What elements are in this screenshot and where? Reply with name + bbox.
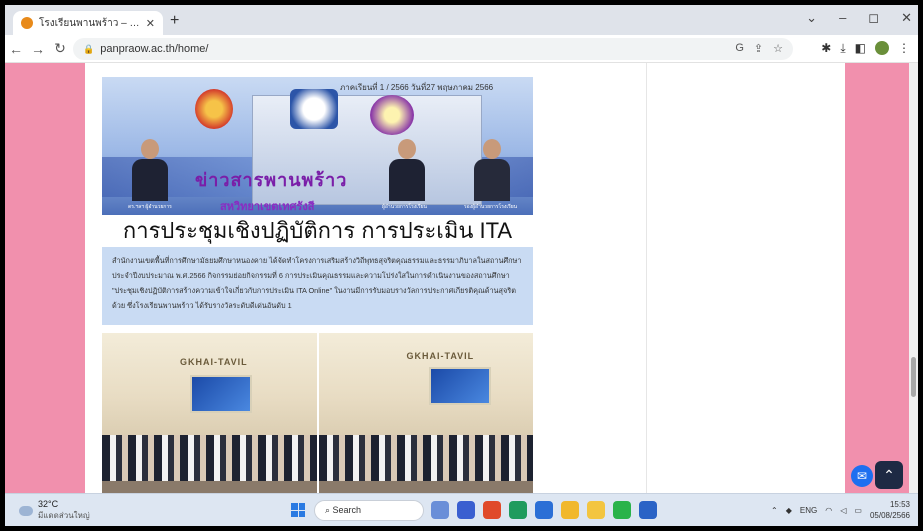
projector-screen: [190, 375, 252, 413]
lock-icon[interactable]: 🔒: [83, 44, 94, 55]
close-tab-icon[interactable]: ✕: [146, 17, 155, 30]
weather-condition: มีแดดส่วนใหญ่: [38, 511, 90, 520]
projector-screen: [428, 367, 491, 405]
weather-widget[interactable]: 32°C มีแดดส่วนใหญ่: [19, 499, 90, 522]
group-of-people: [318, 435, 533, 481]
system-tray: ⌃ ◆ ENG ◠ ◁ ▭ 15:53 05/08/2566: [771, 499, 910, 521]
battery-icon[interactable]: ▭: [854, 506, 862, 515]
pinned-apps: [431, 501, 657, 519]
side-panel-icon[interactable]: ◧: [855, 41, 866, 56]
app-tray-icon[interactable]: ◆: [786, 506, 792, 515]
hotel-sign: GKHAI-TAVIL: [180, 357, 248, 367]
browser-tab[interactable]: โรงเรียนพานพร้าว – ออกานั่ งนอนลี ... ✕: [13, 11, 163, 35]
reload-icon[interactable]: ↻: [49, 40, 71, 57]
temperature: 32°C: [38, 499, 59, 509]
wifi-icon[interactable]: ◠: [825, 506, 832, 515]
messenger-chat-icon[interactable]: ✉: [851, 465, 873, 487]
line-icon[interactable]: [613, 501, 631, 519]
close-window-icon[interactable]: ✕: [901, 10, 912, 26]
google-icon[interactable]: G: [735, 42, 744, 55]
language-indicator[interactable]: ENG: [800, 506, 817, 515]
clock-date: 05/08/2566: [869, 511, 910, 520]
back-arrow-icon[interactable]: ←: [5, 41, 27, 57]
file-explorer-icon[interactable]: [587, 501, 605, 519]
mail-icon[interactable]: [535, 501, 553, 519]
tab-strip: โรงเรียนพานพร้าว – ออกานั่ งนอนลี ... ✕ …: [5, 5, 918, 35]
edge-icon[interactable]: [509, 501, 527, 519]
share-icon[interactable]: ⇪: [754, 42, 763, 55]
bookmark-star-icon[interactable]: ☆: [773, 42, 783, 55]
event-photo[interactable]: GKHAI-TAVIL: [102, 333, 317, 493]
profile-avatar-icon[interactable]: [875, 41, 889, 55]
toolbar-extras: ✱ ⤓ ◧ ⋮: [821, 41, 910, 56]
royal-emblem-icon: [370, 95, 414, 135]
scrollbar-thumb[interactable]: [911, 357, 916, 397]
page-viewport: ภาคเรียนที่ 1 / 2566 วันที่27 พฤษภาคม 25…: [5, 63, 918, 493]
banner-date: ภาคเรียนที่ 1 / 2566 วันที่27 พฤษภาคม 25…: [340, 83, 494, 92]
extensions-icon[interactable]: ✱: [821, 41, 831, 56]
hotel-sign: GKHAI-TAVIL: [406, 351, 475, 361]
store-icon[interactable]: [639, 501, 657, 519]
download-icon[interactable]: ⤓: [840, 41, 845, 56]
banner-subheadline: สหวิทยาเขตเทศรังสี: [220, 201, 315, 213]
news-post: ภาคเรียนที่ 1 / 2566 วันที่27 พฤษภาคม 25…: [102, 77, 533, 493]
app-icon[interactable]: [431, 501, 449, 519]
browser-window: โรงเรียนพานพร้าว – ออกานั่ งนอนลี ... ✕ …: [5, 5, 918, 526]
minimize-icon[interactable]: –: [839, 10, 846, 26]
url-text[interactable]: panpraow.ac.th/home/: [100, 43, 208, 55]
right-pink-margin: [845, 63, 909, 493]
news-banner-image: ภาคเรียนที่ 1 / 2566 วันที่27 พฤษภาคม 25…: [102, 77, 533, 215]
chrome-icon[interactable]: [561, 501, 579, 519]
taskbar-search[interactable]: ⌕ Search: [314, 500, 424, 521]
clock[interactable]: 15:53 05/08/2566: [870, 499, 910, 521]
window-controls: ⌄ – ◻ ✕: [806, 10, 912, 26]
cloud-icon: [19, 505, 33, 516]
banner-caption: รองผู้อำนวยการโรงเรียน: [464, 204, 518, 210]
navigation-bar: ← → ↻ 🔒 panpraow.ac.th/home/ G ⇪ ☆ ✱ ⤓ ◧…: [5, 35, 918, 63]
chevron-up-icon[interactable]: ⌃: [771, 506, 778, 515]
person-photo: [389, 139, 425, 201]
post-body: สำนักงานเขตพื้นที่การศึกษามัธยมศึกษาหนอง…: [102, 247, 533, 325]
photo-gallery: GKHAI-TAVIL GKHAI-TAVIL: [102, 333, 533, 493]
banner-caption: ผู้อำนวยการโรงเรียน: [382, 204, 427, 210]
banner-caption: ดร.ฯลฯ ผู้อำนวยการ: [128, 204, 172, 210]
windows-start-icon[interactable]: [291, 503, 305, 517]
chevron-down-icon[interactable]: ⌄: [806, 10, 817, 26]
group-of-people: [102, 435, 317, 481]
forward-arrow-icon[interactable]: →: [27, 41, 49, 57]
post-title: การประชุมเชิงปฏิบัติการ การประเมิน ITA: [102, 215, 533, 247]
address-bar[interactable]: 🔒 panpraow.ac.th/home/ G ⇪ ☆: [73, 38, 793, 60]
floor: [318, 481, 533, 493]
ministry-seal-icon: [195, 89, 233, 129]
floor: [102, 481, 317, 493]
tab-title: โรงเรียนพานพร้าว – ออกานั่ งนอนลี ...: [39, 17, 140, 29]
new-tab-button[interactable]: +: [170, 12, 179, 30]
more-menu-icon[interactable]: ⋮: [898, 41, 910, 56]
banner-headline: ข่าวสารพานพร้าว: [195, 170, 348, 191]
scrollbar[interactable]: [909, 63, 918, 493]
windows-taskbar: 32°C มีแดดส่วนใหญ่ ⌕ Search ⌃ ◆ ENG ◠ ◁ …: [5, 493, 918, 526]
person-photo: [474, 139, 510, 201]
left-pink-margin: [5, 63, 85, 493]
app-icon[interactable]: [457, 501, 475, 519]
restore-icon[interactable]: ◻: [868, 10, 879, 26]
column-divider: [646, 63, 647, 493]
scroll-to-top-button[interactable]: ⌃: [875, 461, 903, 489]
school-logo-icon: [290, 89, 338, 129]
site-favicon-icon: [21, 17, 33, 29]
person-photo: [132, 139, 168, 201]
volume-icon[interactable]: ◁: [840, 506, 846, 515]
search-label: Search: [332, 505, 362, 515]
event-photo[interactable]: GKHAI-TAVIL: [318, 333, 533, 493]
app-icon[interactable]: [483, 501, 501, 519]
clock-time: 15:53: [889, 500, 910, 509]
